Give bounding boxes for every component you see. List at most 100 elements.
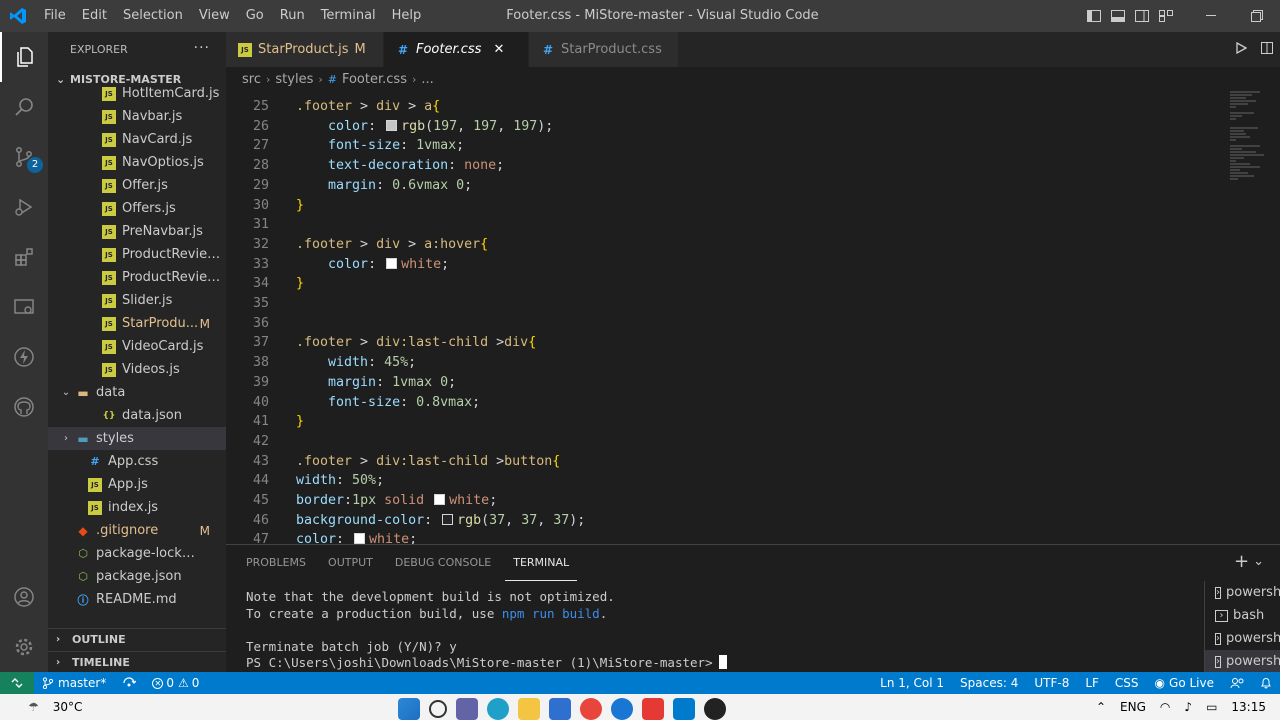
tree-file[interactable]: # App.css [48, 450, 226, 473]
tree-file[interactable]: ◆ .gitignore M [48, 519, 226, 542]
tree-file[interactable]: JS App.js [48, 473, 226, 496]
start-button-icon[interactable] [398, 698, 420, 720]
chrome-icon[interactable] [580, 698, 602, 720]
edge-icon[interactable] [487, 698, 509, 720]
tree-file[interactable]: ⬡ package-lock.json [48, 542, 226, 565]
gmail-icon[interactable] [642, 698, 664, 720]
breadcrumb-file[interactable]: Footer.css [342, 72, 407, 87]
end-of-line[interactable]: LF [1077, 676, 1107, 690]
close-tab-icon[interactable]: ✕ [493, 42, 504, 57]
menu-help[interactable]: Help [384, 0, 430, 32]
split-editor-icon[interactable] [1254, 41, 1280, 58]
tree-folder[interactable]: › ▬ styles [48, 427, 226, 450]
tree-file[interactable]: JS Offer.js [48, 174, 226, 197]
github-icon[interactable] [0, 382, 48, 432]
explorer-icon[interactable] [0, 32, 48, 82]
panel-tab-output[interactable]: OUTPUT [320, 546, 381, 580]
run-icon[interactable] [1228, 41, 1254, 58]
editor-tab[interactable]: # Footer.css ✕ [384, 32, 529, 67]
tree-file[interactable]: JS NavCard.js [48, 128, 226, 151]
toggle-primary-sidebar-icon[interactable] [1082, 0, 1106, 32]
color-swatch[interactable] [434, 494, 446, 505]
indentation[interactable]: Spaces: 4 [952, 676, 1026, 690]
code-editor[interactable]: 25 .footer > div > a{26 color: rgb(197, 1… [226, 91, 1280, 544]
timeline-section[interactable]: › TIMELINE [48, 651, 226, 672]
toggle-secondary-sidebar-icon[interactable] [1130, 0, 1154, 32]
menu-edit[interactable]: Edit [74, 0, 115, 32]
color-swatch[interactable] [386, 119, 398, 131]
tree-file[interactable]: JS ProductReview... [48, 266, 226, 289]
problems-status[interactable]: ✕ 0 ⚠ 0 [144, 676, 207, 690]
terminal-dropdown-icon[interactable]: ⌄ [1253, 554, 1264, 569]
extensions-icon[interactable] [0, 232, 48, 282]
outline-section[interactable]: › OUTLINE [48, 628, 226, 650]
customize-layout-icon[interactable] [1154, 0, 1178, 32]
menu-selection[interactable]: Selection [115, 0, 191, 32]
vscode-taskbar-icon[interactable] [673, 698, 695, 720]
tree-file[interactable]: JS StarProdu... M [48, 312, 226, 335]
language-mode[interactable]: CSS [1107, 676, 1147, 690]
terminal-instance[interactable]: › powersh [1205, 627, 1280, 650]
feedback-icon[interactable] [1222, 677, 1252, 689]
tree-file[interactable]: JS Videos.js [48, 358, 226, 381]
teams-icon[interactable] [456, 698, 478, 720]
tree-file[interactable]: JS Navbar.js [48, 105, 226, 128]
panel-tab-debug-console[interactable]: DEBUG CONSOLE [387, 546, 499, 580]
encoding[interactable]: UTF-8 [1026, 676, 1077, 690]
volume-icon[interactable]: ♪ [1184, 700, 1192, 714]
more-actions-icon[interactable]: ··· [194, 40, 210, 56]
file-explorer-icon[interactable] [518, 698, 540, 720]
breadcrumb-symbol[interactable]: ... [421, 72, 433, 87]
terminal-output[interactable]: Note that the development build is not o… [246, 589, 727, 672]
editor-tab[interactable]: # StarProduct.css [529, 32, 679, 67]
panel-tab-terminal[interactable]: TERMINAL [505, 546, 578, 581]
tree-file[interactable]: ⬡ package.json [48, 565, 226, 588]
battery-icon[interactable]: ▭ [1206, 700, 1217, 714]
tree-file[interactable]: JS Offers.js [48, 197, 226, 220]
terminal-instance[interactable]: › bash [1205, 604, 1280, 627]
tree-file[interactable]: JS VideoCard.js [48, 335, 226, 358]
color-swatch[interactable] [386, 257, 398, 269]
tree-file[interactable]: JS ProductReview... [48, 243, 226, 266]
minimize-icon[interactable] [1188, 0, 1234, 32]
editor-tab[interactable]: JS StarProduct.js M [226, 32, 384, 67]
run-debug-icon[interactable] [0, 182, 48, 232]
source-control-icon[interactable]: 2 [0, 132, 48, 182]
menu-file[interactable]: File [36, 0, 74, 32]
thunder-client-icon[interactable] [0, 332, 48, 382]
color-swatch[interactable] [442, 513, 454, 525]
branch-status[interactable]: master* [34, 676, 114, 690]
tree-file[interactable]: JS NavOptios.js [48, 151, 226, 174]
cursor-position[interactable]: Ln 1, Col 1 [872, 676, 952, 690]
menu-run[interactable]: Run [272, 0, 313, 32]
minimap[interactable] [1230, 91, 1266, 191]
tree-file[interactable]: JS index.js [48, 496, 226, 519]
vscode-logo-icon[interactable] [0, 0, 36, 32]
terminal-instance[interactable]: › powersh [1205, 581, 1280, 604]
new-terminal-icon[interactable]: + [1234, 551, 1249, 572]
tree-file[interactable]: JS PreNavbar.js [48, 220, 226, 243]
tree-file[interactable]: JS HotItemCard.js [48, 82, 226, 105]
weather-widget[interactable]: ☂ 30°C [28, 694, 82, 720]
restore-icon[interactable] [1234, 0, 1280, 32]
tree-folder[interactable]: ⌄ ▬ data [48, 381, 226, 404]
panel-tab-problems[interactable]: PROBLEMS [238, 546, 314, 580]
app-icon[interactable] [611, 698, 633, 720]
accounts-icon[interactable] [0, 572, 48, 622]
breadcrumb-styles[interactable]: styles [275, 72, 313, 87]
clock-time[interactable]: 13:15 [1231, 700, 1266, 714]
menu-go[interactable]: Go [238, 0, 272, 32]
toggle-panel-icon[interactable] [1106, 0, 1130, 32]
tree-file[interactable]: JS Slider.js [48, 289, 226, 312]
color-swatch[interactable] [354, 533, 366, 544]
obs-icon[interactable] [704, 698, 726, 720]
taskbar-search-icon[interactable] [429, 700, 447, 718]
tree-file[interactable]: {} data.json [48, 404, 226, 427]
remote-indicator-icon[interactable] [0, 672, 34, 694]
menu-terminal[interactable]: Terminal [313, 0, 384, 32]
store-icon[interactable] [549, 698, 571, 720]
terminal-instance[interactable]: › powersh [1205, 650, 1280, 673]
manage-gear-icon[interactable] [0, 622, 48, 672]
tree-file[interactable]: ⓘ README.md [48, 588, 226, 611]
input-language[interactable]: ENG [1120, 700, 1146, 714]
